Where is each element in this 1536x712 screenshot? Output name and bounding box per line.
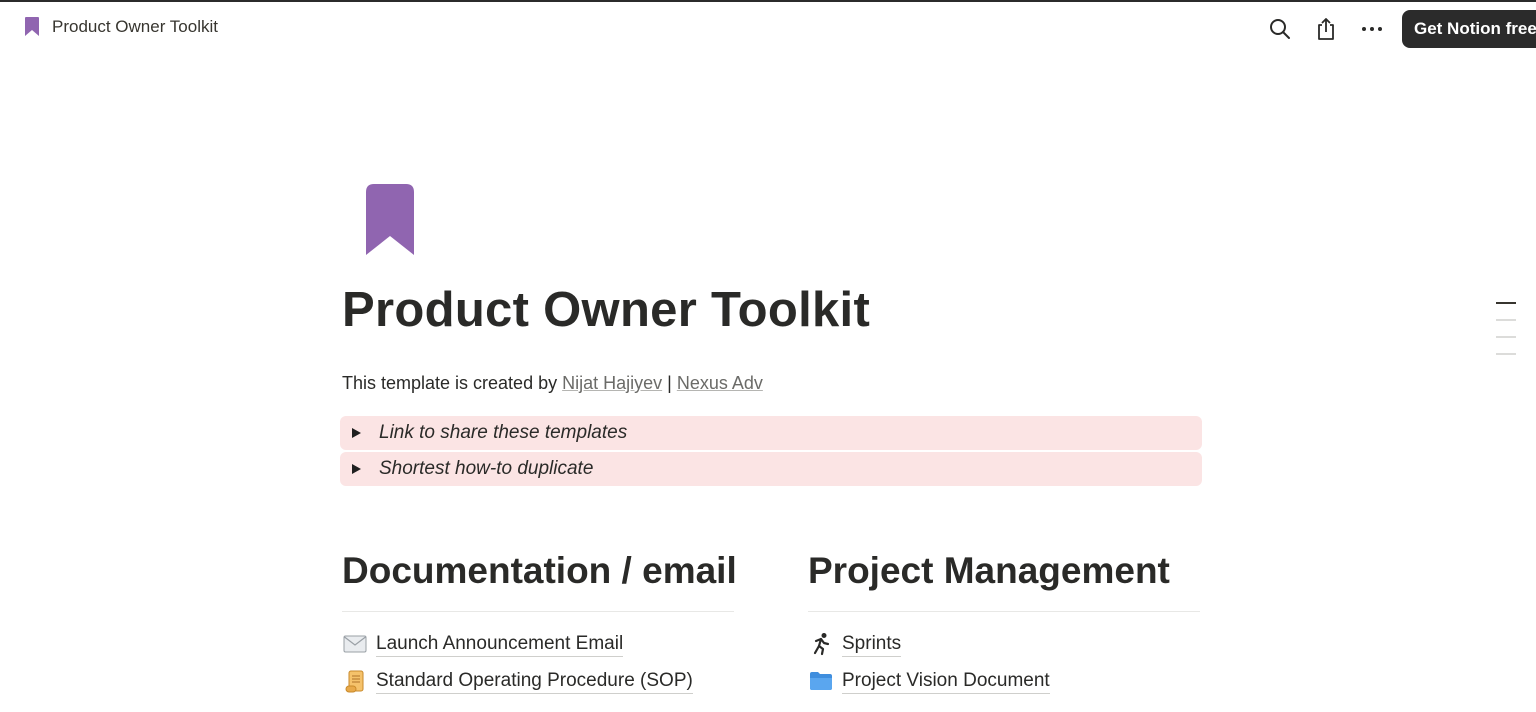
get-notion-free-button[interactable]: Get Notion free (1402, 10, 1536, 48)
search-icon (1270, 19, 1290, 39)
topbar-actions: Get Notion free (1264, 10, 1536, 48)
runner-icon (808, 631, 834, 657)
toggle-arrow-icon[interactable] (352, 428, 361, 438)
toggle-how-to-duplicate[interactable]: Shortest how-to duplicate (340, 452, 1202, 486)
heading-documentation-email: Documentation / email (342, 550, 737, 591)
toggle-label: Shortest how-to duplicate (379, 458, 594, 479)
byline-separator: | (662, 373, 677, 393)
byline: This template is created by Nijat Hajiye… (342, 373, 763, 394)
heading-divider (808, 611, 1200, 612)
more-button[interactable] (1356, 13, 1388, 45)
byline-prefix: This template is created by (342, 373, 563, 393)
page-outline (1496, 302, 1516, 355)
search-button[interactable] (1264, 13, 1296, 45)
link-launch-announcement-email[interactable]: Launch Announcement Email (342, 631, 624, 657)
top-bar: Product Owner Toolkit Get Notion free (0, 2, 1536, 54)
outline-item[interactable] (1496, 336, 1516, 338)
link-project-vision-document[interactable]: Project Vision Document (808, 668, 1050, 694)
link-label: Standard Operating Procedure (SOP) (376, 669, 693, 694)
author-link[interactable]: Nijat Hajiyev (562, 373, 662, 393)
heading-divider (342, 611, 734, 612)
outline-item[interactable] (1496, 319, 1516, 321)
scroll-icon (342, 668, 368, 694)
more-icon (1362, 27, 1382, 31)
page-title: Product Owner Toolkit (342, 283, 871, 337)
outline-item[interactable] (1496, 302, 1516, 304)
envelope-icon (342, 631, 368, 657)
heading-project-management: Project Management (808, 550, 1170, 591)
company-link[interactable]: Nexus Adv (677, 373, 763, 393)
page-bookmark-icon[interactable] (366, 184, 414, 256)
breadcrumb[interactable]: Product Owner Toolkit (24, 16, 218, 38)
link-standard-operating-procedure[interactable]: Standard Operating Procedure (SOP) (342, 668, 693, 694)
link-label: Sprints (842, 632, 902, 657)
link-label: Launch Announcement Email (376, 632, 624, 657)
share-button[interactable] (1310, 13, 1342, 45)
toggle-share-templates[interactable]: Link to share these templates (340, 416, 1202, 450)
breadcrumb-title: Product Owner Toolkit (52, 17, 218, 36)
link-sprints[interactable]: Sprints (808, 631, 902, 657)
link-label: Project Vision Document (842, 669, 1050, 694)
toggle-arrow-icon[interactable] (352, 464, 361, 474)
outline-item[interactable] (1496, 353, 1516, 355)
share-icon (1318, 18, 1334, 40)
toggle-label: Link to share these templates (379, 422, 628, 443)
folder-icon (808, 668, 834, 694)
bookmark-icon (25, 17, 39, 36)
